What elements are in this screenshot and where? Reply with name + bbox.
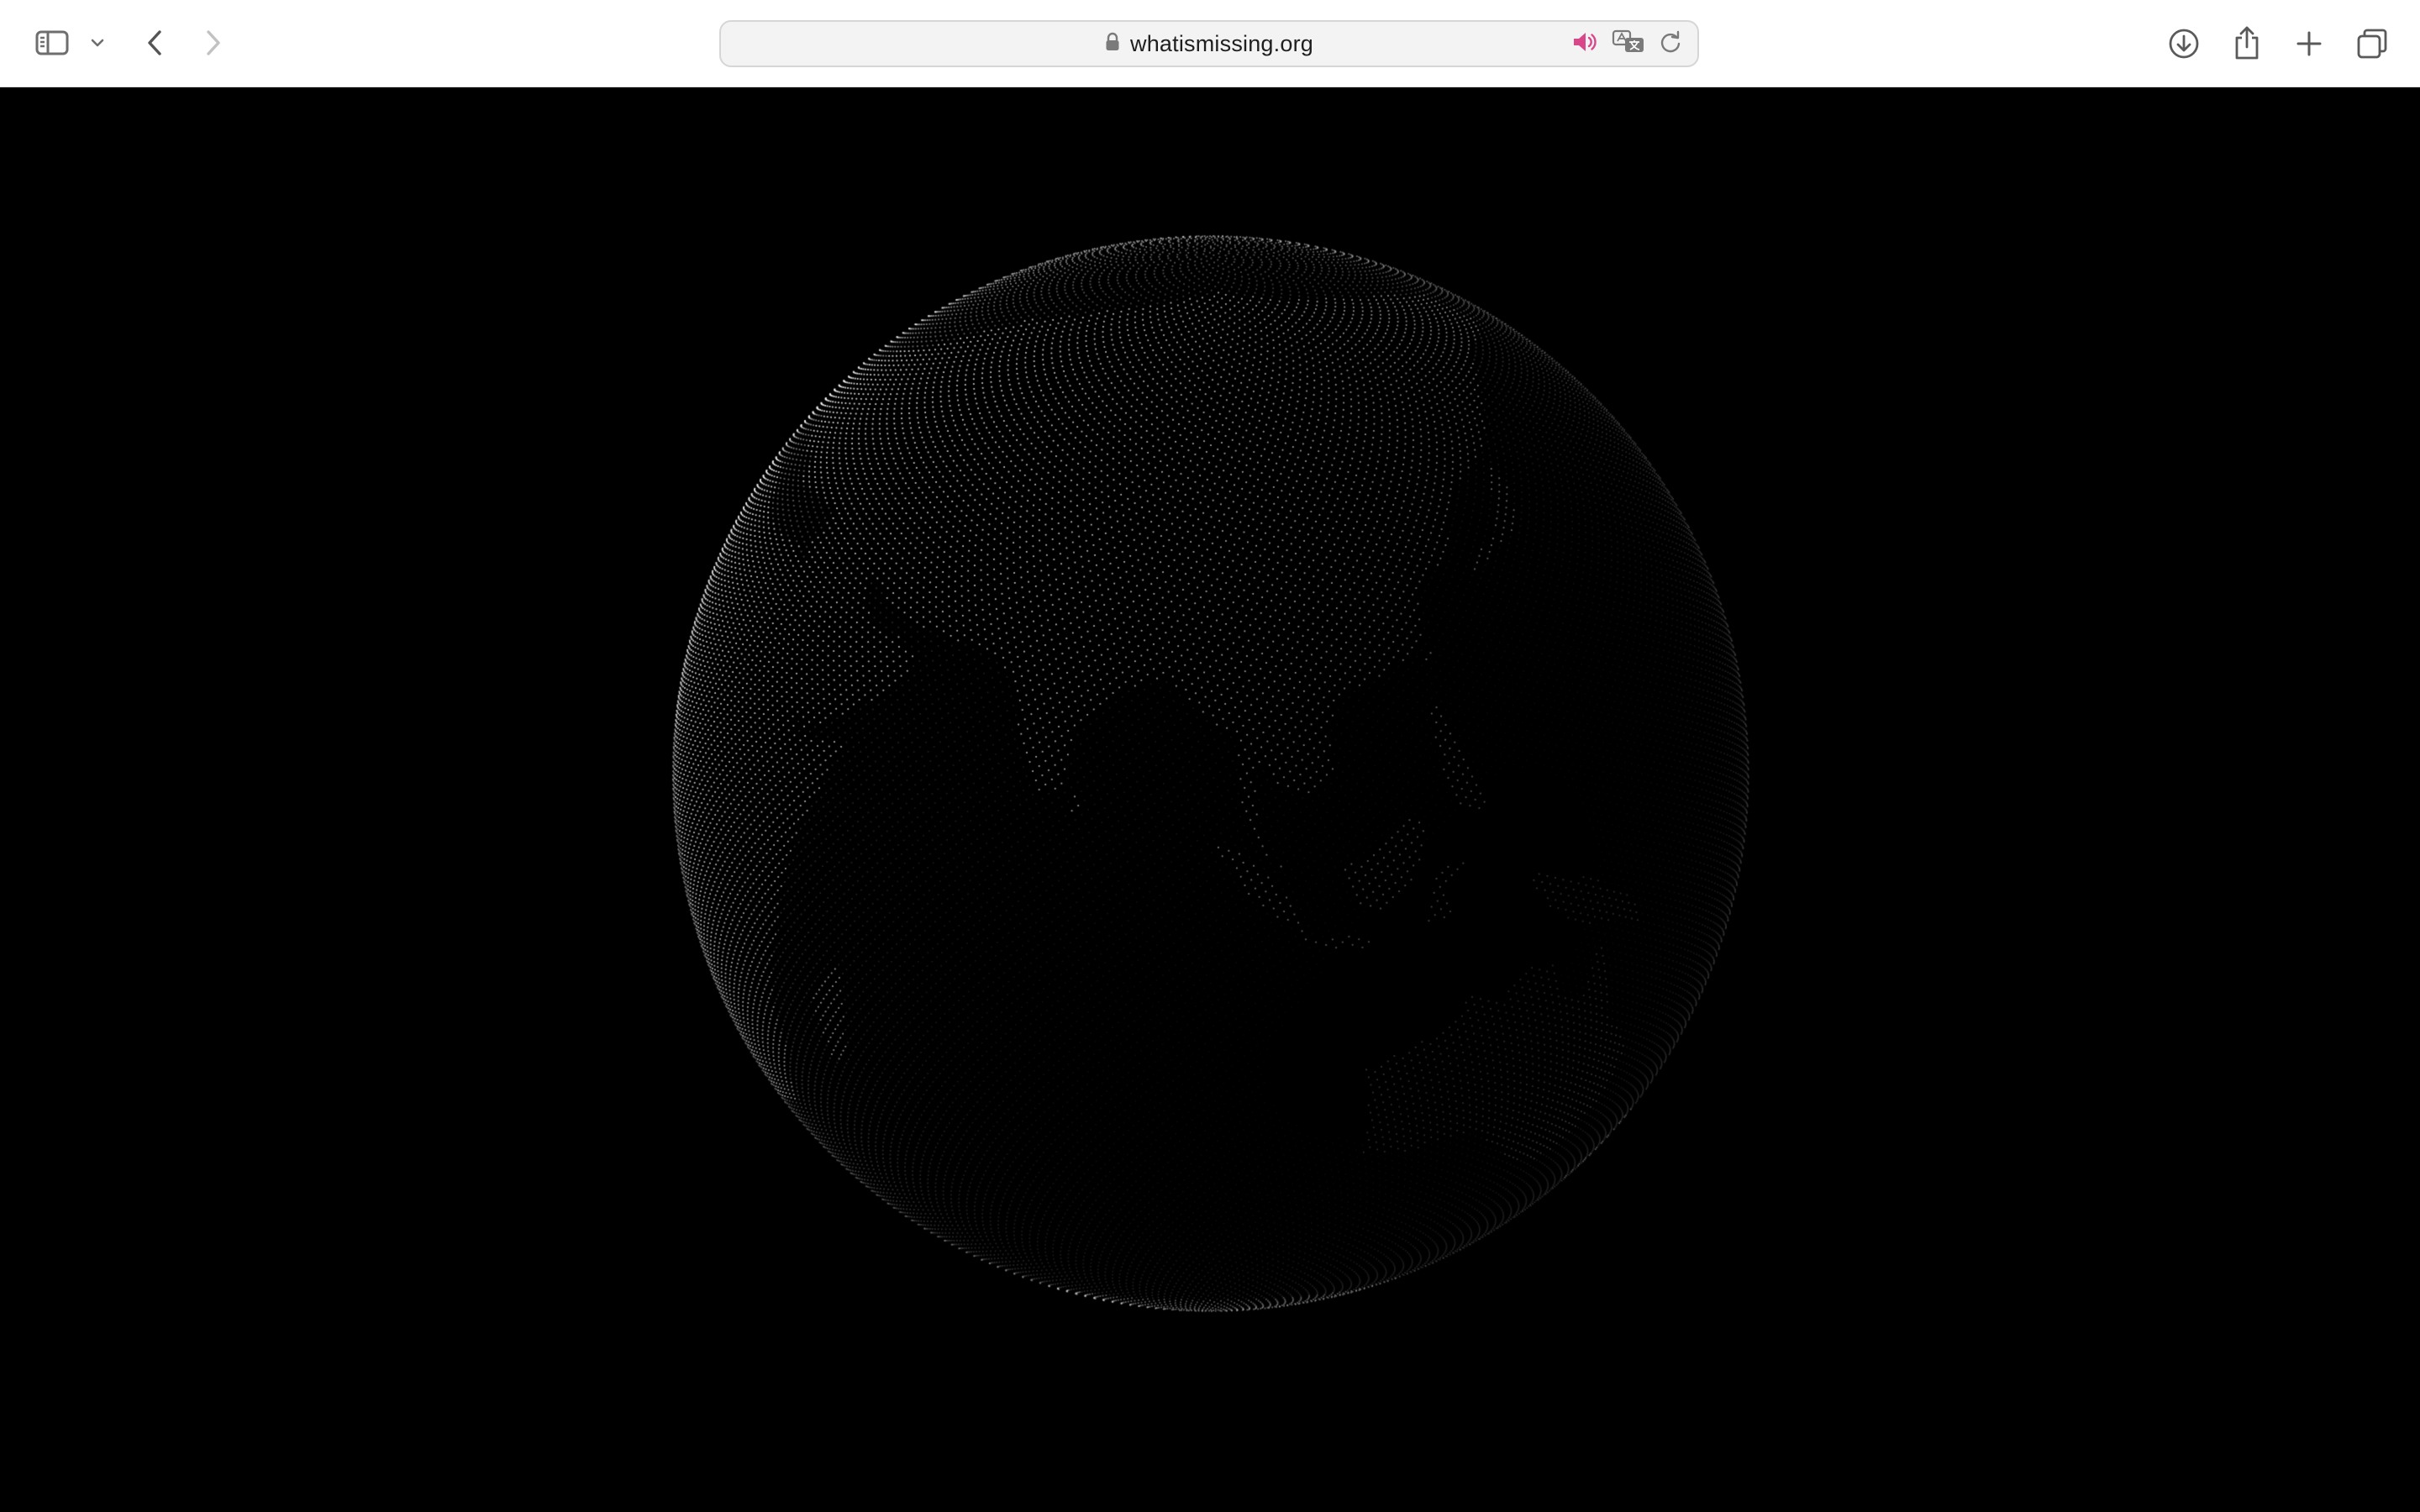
translate-icon[interactable] bbox=[1612, 29, 1645, 59]
back-arrow-icon bbox=[145, 29, 164, 57]
forward-button[interactable] bbox=[195, 24, 232, 62]
url-text: whatismissing.org bbox=[1130, 30, 1313, 56]
plus-icon bbox=[2296, 30, 2323, 57]
tab-group-menu-button[interactable] bbox=[84, 29, 111, 57]
sidebar-toggle-button[interactable] bbox=[30, 24, 74, 62]
new-tab-button[interactable] bbox=[2289, 24, 2329, 64]
page-content bbox=[0, 87, 2420, 1512]
tabs-overview-icon bbox=[2356, 28, 2388, 60]
share-icon bbox=[2233, 25, 2261, 60]
lock-icon bbox=[1105, 32, 1120, 56]
share-button[interactable] bbox=[2227, 22, 2267, 64]
address-bar-actions bbox=[1571, 22, 1682, 66]
point-cloud-globe[interactable] bbox=[0, 87, 2420, 1512]
address-bar[interactable]: whatismissing.org bbox=[719, 20, 1699, 67]
download-icon bbox=[2168, 28, 2200, 60]
address-center: whatismissing.org bbox=[721, 22, 1697, 66]
back-button[interactable] bbox=[136, 24, 173, 62]
downloads-button[interactable] bbox=[2163, 24, 2205, 64]
tab-overview-button[interactable] bbox=[2351, 24, 2393, 64]
speaker-icon[interactable] bbox=[1571, 30, 1598, 58]
reload-icon[interactable] bbox=[1659, 30, 1682, 58]
sidebar-icon bbox=[35, 29, 69, 56]
browser-toolbar: whatismissing.org bbox=[0, 0, 2420, 87]
chevron-down-icon bbox=[90, 38, 105, 48]
forward-arrow-icon bbox=[204, 29, 223, 57]
